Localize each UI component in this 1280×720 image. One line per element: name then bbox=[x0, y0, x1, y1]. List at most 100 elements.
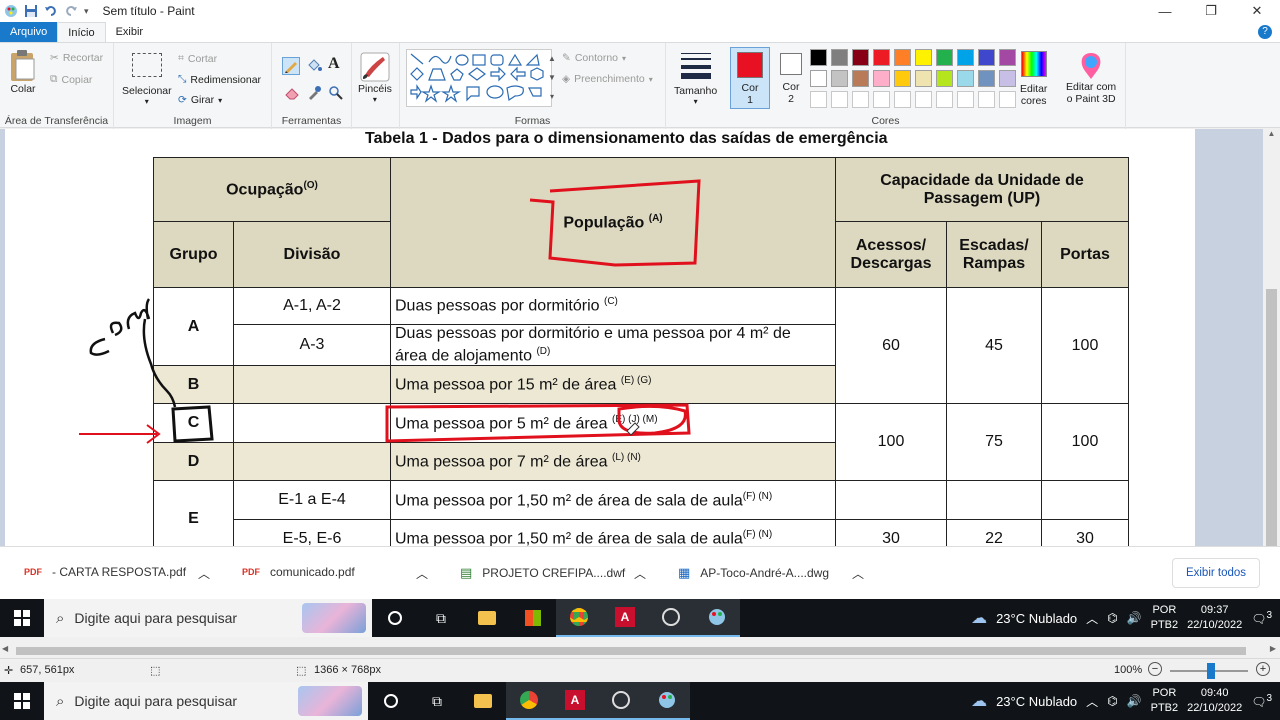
palette-swatch[interactable] bbox=[957, 49, 974, 66]
palette-swatch[interactable] bbox=[852, 70, 869, 87]
select-button[interactable]: Selecionar ▾ bbox=[122, 53, 172, 106]
zoom-in-icon[interactable]: + bbox=[1256, 662, 1270, 676]
fill-icon[interactable] bbox=[306, 57, 322, 76]
crop-button[interactable]: ⌗ Cortar bbox=[178, 52, 217, 65]
windows-start-icon[interactable] bbox=[0, 599, 44, 637]
chrome-icon[interactable] bbox=[556, 599, 602, 637]
pencil-icon[interactable] bbox=[282, 57, 300, 75]
edit-colors-button[interactable]: Editar cores bbox=[1020, 51, 1047, 107]
rotate-button[interactable]: ⟳ Girar ▾ bbox=[178, 94, 222, 106]
redo-icon[interactable] bbox=[64, 4, 78, 18]
taskbar-search-input[interactable]: ⌕ Digite aqui para pesquisar bbox=[44, 599, 372, 637]
palette-swatch[interactable] bbox=[810, 70, 827, 87]
tab-home[interactable]: Início bbox=[57, 22, 106, 42]
autocad-icon[interactable]: A bbox=[602, 599, 648, 637]
palette-swatch[interactable] bbox=[873, 91, 890, 108]
color-picker-icon[interactable] bbox=[306, 85, 322, 104]
language-indicator[interactable]: POR PTB2 bbox=[1151, 686, 1179, 716]
outline-button[interactable]: ✎ Contorno ▾ bbox=[562, 52, 626, 64]
minimize-icon[interactable]: — bbox=[1142, 0, 1188, 22]
palette-swatch[interactable] bbox=[831, 70, 848, 87]
palette-swatch[interactable] bbox=[936, 70, 953, 87]
palette-swatch[interactable] bbox=[999, 91, 1016, 108]
cut-button[interactable]: ✂ Recortar bbox=[50, 52, 103, 64]
chevron-up-icon[interactable]: ︿ bbox=[1086, 610, 1098, 627]
scroll-left-icon[interactable]: ◀ bbox=[2, 644, 8, 653]
show-all-button[interactable]: Exibir todos bbox=[1172, 558, 1260, 588]
palette-swatch[interactable] bbox=[957, 70, 974, 87]
weather-text[interactable]: 23°C Nublado bbox=[996, 694, 1077, 709]
palette-swatch[interactable] bbox=[999, 49, 1016, 66]
help-icon[interactable]: ? bbox=[1258, 25, 1272, 39]
cortana-icon[interactable] bbox=[368, 682, 414, 720]
network-icon[interactable]: ⌬ bbox=[1107, 611, 1117, 625]
fill-button[interactable]: ◈ Preenchimento ▾ bbox=[562, 73, 653, 85]
palette-swatch[interactable] bbox=[936, 49, 953, 66]
clock[interactable]: 09:40 22/10/2022 bbox=[1187, 686, 1242, 716]
zoom-slider-thumb[interactable] bbox=[1207, 663, 1215, 679]
task-view-icon[interactable]: ⧉ bbox=[414, 682, 460, 720]
language-indicator[interactable]: POR PTB2 bbox=[1151, 603, 1179, 633]
clock[interactable]: 09:37 22/10/2022 bbox=[1187, 603, 1242, 633]
palette-swatch[interactable] bbox=[894, 91, 911, 108]
chrome-icon[interactable] bbox=[506, 682, 552, 720]
weather-text[interactable]: 23°C Nublado bbox=[996, 611, 1077, 626]
paste-button[interactable]: Colar bbox=[8, 49, 38, 95]
shapes-scroll-icon[interactable]: ▲ ▼ ▾ bbox=[546, 49, 558, 107]
taskbar-search-input[interactable]: ⌕ Digite aqui para pesquisar bbox=[44, 682, 368, 720]
palette-swatch[interactable] bbox=[831, 49, 848, 66]
magnifier-icon[interactable] bbox=[328, 85, 344, 104]
customize-toolbar-icon[interactable]: ▾ bbox=[84, 6, 89, 17]
zoom-out-icon[interactable]: − bbox=[1148, 662, 1162, 676]
eraser-icon[interactable] bbox=[284, 85, 300, 104]
palette-swatch[interactable] bbox=[873, 49, 890, 66]
palette-swatch[interactable] bbox=[978, 70, 995, 87]
paint3d-button[interactable]: Editar com o Paint 3D bbox=[1066, 51, 1116, 105]
color1-button[interactable]: Cor 1 bbox=[730, 47, 770, 109]
store-icon[interactable] bbox=[510, 599, 556, 637]
h-scroll-thumb[interactable] bbox=[16, 647, 1246, 655]
palette-swatch[interactable] bbox=[852, 49, 869, 66]
resize-button[interactable]: ⤡ Redimensionar bbox=[178, 73, 261, 86]
maximize-icon[interactable]: ❐ bbox=[1188, 0, 1234, 22]
shapes-gallery[interactable] bbox=[406, 49, 552, 107]
text-tool-icon[interactable]: A bbox=[328, 55, 340, 73]
palette-swatch[interactable] bbox=[810, 49, 827, 66]
color2-button[interactable]: Cor 2 bbox=[774, 47, 808, 105]
download-item-4[interactable]: ▦ AP-Toco-André-A....dwg bbox=[678, 565, 829, 581]
chevron-up-icon[interactable]: ︿ bbox=[416, 565, 428, 582]
brushes-button[interactable]: Pincéis ▾ bbox=[358, 51, 392, 104]
obs-icon[interactable] bbox=[598, 682, 644, 720]
paint-taskbar-icon[interactable] bbox=[694, 599, 740, 637]
palette-swatch[interactable] bbox=[915, 70, 932, 87]
download-item-2[interactable]: PDF comunicado.pdf bbox=[242, 565, 355, 579]
scroll-right-icon[interactable]: ▶ bbox=[1270, 644, 1276, 653]
paint-taskbar-icon[interactable] bbox=[644, 682, 690, 720]
horizontal-scrollbar[interactable]: ◀ ▶ bbox=[0, 644, 1280, 658]
scroll-up-icon[interactable]: ▲ bbox=[1263, 129, 1280, 143]
volume-icon[interactable]: 🔊 bbox=[1127, 694, 1142, 708]
palette-swatch[interactable] bbox=[999, 70, 1016, 87]
palette-swatch[interactable] bbox=[978, 91, 995, 108]
cortana-icon[interactable] bbox=[372, 599, 418, 637]
size-button[interactable]: Tamanho ▾ bbox=[674, 53, 717, 106]
tab-file[interactable]: Arquivo bbox=[0, 22, 58, 42]
chevron-up-icon[interactable]: ︿ bbox=[634, 565, 646, 582]
canvas[interactable]: Tabela 1 - Dados para o dimensionamento … bbox=[5, 129, 1195, 546]
palette-swatch[interactable] bbox=[894, 49, 911, 66]
palette-swatch[interactable] bbox=[915, 91, 932, 108]
volume-icon[interactable]: 🔊 bbox=[1127, 611, 1142, 625]
file-explorer-icon[interactable] bbox=[464, 599, 510, 637]
palette-swatch[interactable] bbox=[831, 91, 848, 108]
palette-swatch[interactable] bbox=[894, 70, 911, 87]
windows-start-icon[interactable] bbox=[0, 682, 44, 720]
copy-button[interactable]: ⧉ Copiar bbox=[50, 73, 92, 86]
chevron-up-icon[interactable]: ︿ bbox=[852, 565, 864, 582]
download-item-1[interactable]: PDF - CARTA RESPOSTA.pdf bbox=[24, 565, 186, 579]
palette-swatch[interactable] bbox=[810, 91, 827, 108]
chevron-up-icon[interactable]: ︿ bbox=[1086, 693, 1098, 710]
network-icon[interactable]: ⌬ bbox=[1107, 694, 1117, 708]
notification-icon[interactable]: 🗨3 bbox=[1251, 610, 1280, 626]
chevron-up-icon[interactable]: ︿ bbox=[198, 565, 210, 582]
tab-view[interactable]: Exibir bbox=[106, 22, 154, 42]
